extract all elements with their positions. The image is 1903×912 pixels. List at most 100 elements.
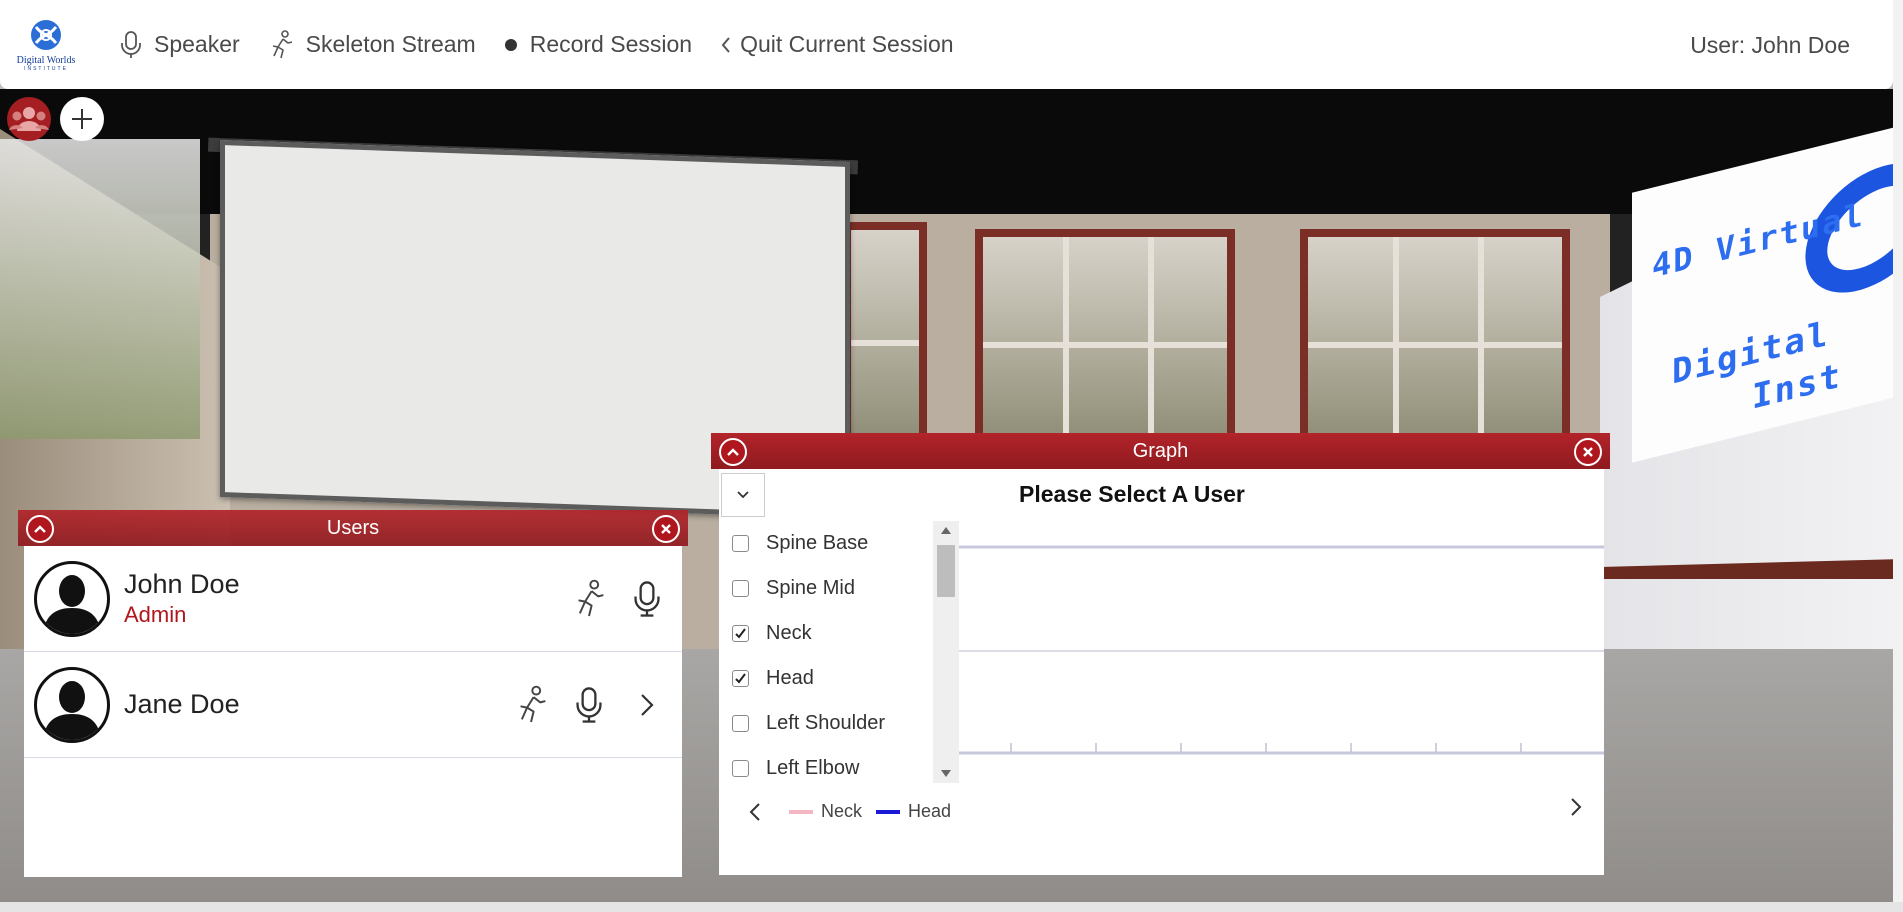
joint-item-left-shoulder[interactable]: Left Shoulder [719,701,959,746]
person-silhouette-icon [43,574,101,634]
graph-heading: Please Select A User [1019,481,1245,507]
checkmark-icon [735,628,746,639]
users-panel-title: Users [326,517,380,539]
joint-list: Spine Base Spine Mid Neck Head Left Shou… [719,521,959,791]
joint-checkbox[interactable] [732,625,749,642]
chevron-left-icon [749,802,760,821]
chevron-right-icon [1571,798,1582,816]
joint-checkbox[interactable] [732,715,749,732]
joint-checkbox[interactable] [732,670,749,687]
microphone-icon [576,686,602,723]
graph-legend: Neck Head [749,801,955,822]
close-icon [1583,447,1593,457]
nav-speaker-label: Speaker [154,31,240,57]
user-name: John Doe [124,569,240,599]
joint-item-spine-mid[interactable]: Spine Mid [719,566,959,611]
users-panel: Users John Doe Admin Jane Doe [18,510,688,877]
microphone-icon [121,30,141,58]
chevron-left-icon [721,36,730,53]
joint-item-left-elbow[interactable]: Left Elbow [719,746,959,791]
legend-label: Head [908,801,952,821]
joint-label: Neck [766,622,812,644]
user-expand-button[interactable] [624,682,670,728]
user-skeleton-button[interactable] [508,682,554,728]
users-collapse-button[interactable] [26,515,54,543]
user-microphone-button[interactable] [566,682,612,728]
user-row-john-doe[interactable]: John Doe Admin [24,546,682,652]
users-close-button[interactable] [652,515,680,543]
joint-label: Head [766,667,814,689]
chevron-up-icon [727,448,739,456]
nav-quit-session[interactable]: Quit Current Session [720,31,954,58]
graph-panel: Graph Please Select A User Spine Base Sp… [711,433,1610,875]
graph-next-button[interactable] [1570,797,1582,822]
users-list: John Doe Admin Jane Doe [24,546,682,877]
close-icon [661,524,671,534]
running-figure-icon [578,579,604,616]
graph-panel-header[interactable]: Graph [711,433,1610,469]
nav-skeleton-stream[interactable]: Skeleton Stream [268,29,476,60]
users-group-icon [9,107,49,131]
joint-checkbox[interactable] [732,580,749,597]
running-figure-icon [272,29,292,58]
record-dot-icon [504,38,517,51]
scrollbar-thumb[interactable] [937,545,955,597]
users-toggle-button[interactable] [7,97,51,141]
nav-record-label: Record Session [529,31,693,57]
brand-logo[interactable]: Digital Worlds INSTITUTE [0,0,92,89]
graph-plot-area [959,545,1604,755]
chevron-down-icon [737,491,749,499]
joint-item-neck[interactable]: Neck [719,611,959,656]
user-row-jane-doe[interactable]: Jane Doe [24,652,682,758]
nav-speaker[interactable]: Speaker [120,30,240,60]
legend-item-neck[interactable]: Neck [789,801,862,822]
top-navbar: Digital Worlds INSTITUTE Speaker Skeleto… [0,0,1893,89]
graph-close-button[interactable] [1574,438,1602,466]
users-panel-header[interactable]: Users [18,510,688,546]
add-button[interactable] [60,97,104,141]
nav-quit-label: Quit Current Session [740,31,954,57]
brand-sub: INSTITUTE [24,66,68,72]
joint-item-head[interactable]: Head [719,656,959,701]
page-vertical-scrollbar[interactable] [1893,0,1903,902]
user-role: Admin [124,602,187,627]
digital-worlds-logo-icon [28,17,64,53]
graph-collapse-button[interactable] [719,438,747,466]
user-name: Jane Doe [124,689,240,719]
user-microphone-button[interactable] [624,576,670,622]
legend-swatch [876,809,901,814]
joint-checkbox[interactable] [732,760,749,777]
joint-item-spine-base[interactable]: Spine Base [719,521,959,566]
page-bottom-strip [0,902,1903,912]
joint-label: Left Elbow [766,757,860,779]
chevron-up-icon [34,525,46,533]
scroll-down-arrow-icon[interactable] [941,770,951,777]
microphone-icon [634,580,660,617]
user-select-dropdown[interactable] [721,473,765,517]
graph-panel-body: Please Select A User Spine Base Spine Mi… [719,469,1604,875]
avatar [34,560,110,637]
joint-checkbox[interactable] [732,535,749,552]
brand-name: Digital Worlds [16,55,76,66]
joint-label: Spine Base [766,532,869,554]
user-skeleton-button[interactable] [566,576,612,622]
graph-panel-title: Graph [1132,440,1189,462]
checkmark-icon [735,673,746,684]
nav-record-session[interactable]: Record Session [504,31,692,58]
joint-list-scrollbar[interactable] [933,521,959,783]
chevron-right-icon [641,693,654,716]
legend-item-head[interactable]: Head [876,801,951,822]
joint-label: Left Shoulder [766,712,885,734]
plus-icon [72,109,92,129]
nav-skeleton-label: Skeleton Stream [305,31,476,57]
scroll-up-arrow-icon[interactable] [941,527,951,534]
legend-label: Neck [821,801,863,821]
person-silhouette-icon [43,680,101,740]
running-figure-icon [520,685,546,722]
graph-prev-button[interactable] [749,802,761,822]
legend-swatch [789,809,813,814]
current-user-label: User: John Doe [1690,32,1850,58]
avatar [34,666,110,743]
joint-label: Spine Mid [766,577,855,599]
scene-window [0,139,200,439]
